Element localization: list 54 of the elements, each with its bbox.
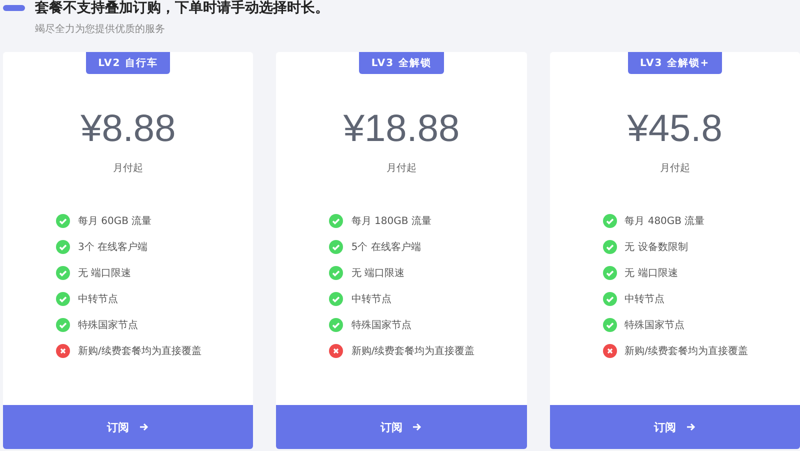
feature-text: 5个 在线客户端 — [351, 240, 421, 254]
feature-text: 中转节点 — [351, 292, 392, 306]
feature-text: 无 端口限速 — [78, 266, 132, 280]
plan-price: ¥18.88 — [343, 108, 460, 151]
check-icon — [602, 266, 617, 280]
feature-text: 特殊国家节点 — [78, 318, 138, 332]
feature-text: 中转节点 — [624, 292, 665, 306]
arrow-right-icon — [412, 422, 422, 432]
plan-badge: LV3 全解锁+ — [628, 52, 722, 74]
arrow-right-icon — [139, 422, 150, 432]
price-period: 月付起 — [660, 162, 690, 175]
subscribe-button[interactable]: 订阅 — [276, 405, 527, 449]
check-icon — [602, 318, 617, 332]
feature-text: 特殊国家节点 — [624, 318, 685, 332]
feature-text: 每月 60GB 流量 — [78, 214, 152, 228]
subscribe-button[interactable]: 订阅 — [3, 405, 254, 449]
accent-bar — [3, 5, 25, 11]
feature-text: 中转节点 — [78, 292, 118, 306]
page-subtitle: 竭尽全力为您提供优质的服务 — [35, 22, 166, 36]
price-period: 月付起 — [113, 162, 144, 175]
cross-icon — [56, 344, 70, 358]
check-icon — [329, 292, 344, 306]
check-icon — [56, 240, 70, 254]
feature-text: 无 端口限速 — [351, 266, 405, 280]
feature-text: 3个 在线客户端 — [78, 240, 148, 254]
plan-badge: LV2 自行车 — [86, 52, 170, 74]
subscribe-button[interactable]: 订阅 — [550, 405, 800, 449]
plan-badge: LV3 全解锁 — [359, 52, 444, 74]
feature-text: 新购/续费套餐均为直接覆盖 — [624, 344, 748, 358]
check-icon — [329, 240, 344, 254]
check-icon — [602, 214, 617, 228]
cross-icon — [602, 344, 617, 358]
check-icon — [602, 292, 617, 306]
page-title: 套餐不支持叠加订购，下单时请手动选择时长。 — [35, 0, 329, 17]
check-icon — [56, 292, 70, 306]
feature-text: 新购/续费套餐均为直接覆盖 — [78, 344, 202, 358]
arrow-right-icon — [686, 422, 696, 432]
price-period: 月付起 — [386, 162, 416, 175]
feature-text: 每月 180GB 流量 — [351, 214, 432, 228]
plan-price: ¥8.88 — [80, 108, 176, 151]
feature-text: 无 设备数限制 — [624, 240, 688, 254]
feature-text: 无 端口限速 — [624, 266, 678, 280]
check-icon — [329, 214, 344, 228]
check-icon — [602, 240, 617, 254]
check-icon — [56, 318, 70, 332]
check-icon — [329, 318, 344, 332]
check-icon — [56, 266, 70, 280]
cross-icon — [329, 344, 344, 358]
check-icon — [329, 266, 344, 280]
feature-text: 新购/续费套餐均为直接覆盖 — [351, 344, 475, 358]
check-icon — [56, 214, 70, 228]
feature-text: 每月 480GB 流量 — [624, 214, 705, 228]
plan-price: ¥45.8 — [627, 108, 722, 151]
feature-text: 特殊国家节点 — [351, 318, 412, 332]
